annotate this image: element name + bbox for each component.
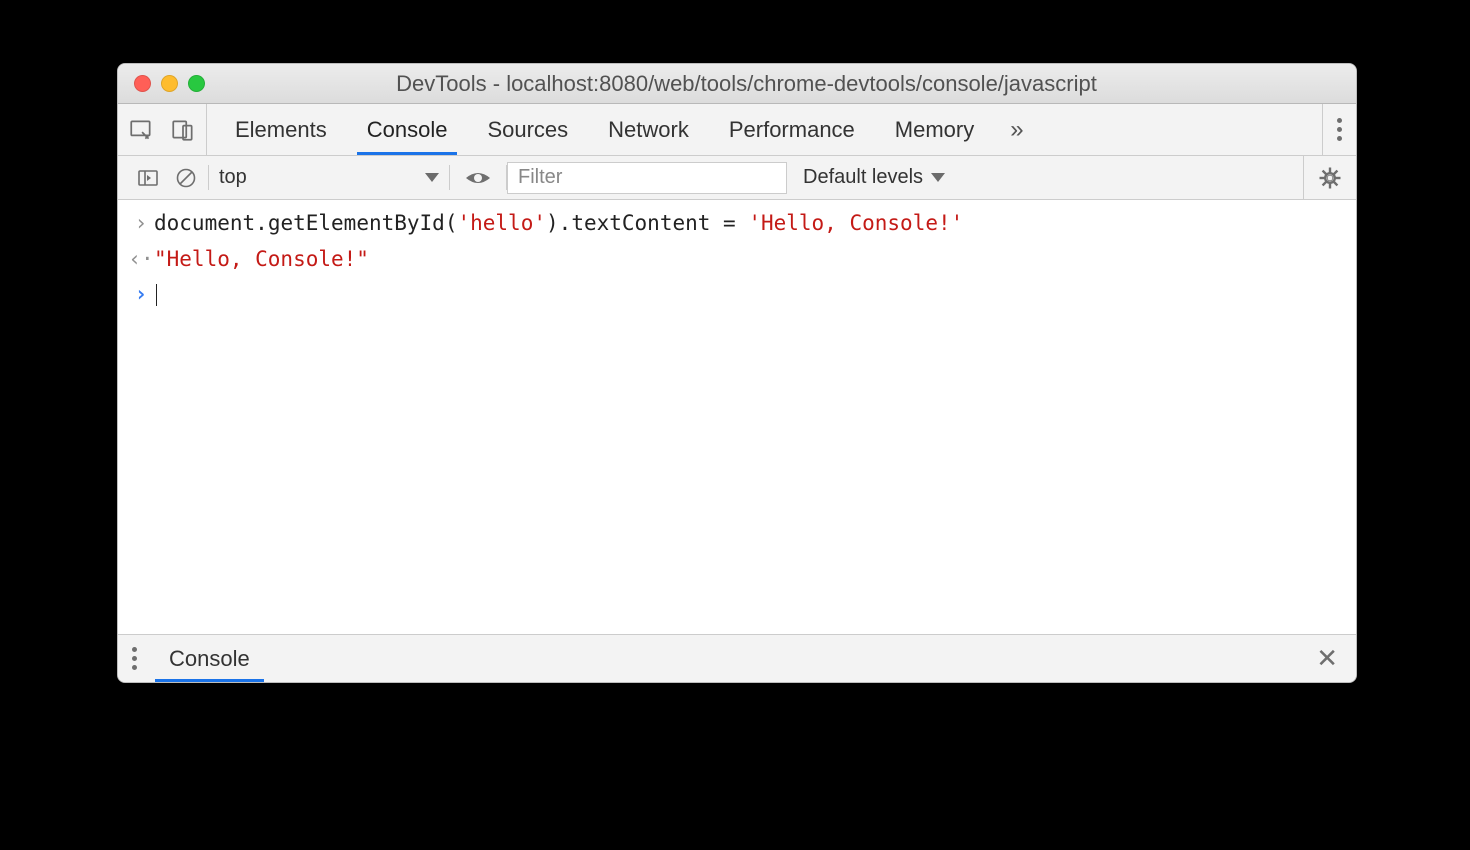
- main-tabs: Elements Console Sources Network Perform…: [207, 104, 1040, 155]
- tab-label: Console: [367, 117, 448, 143]
- console-prompt-input[interactable]: [154, 277, 157, 313]
- tabstrip-left-icons: [118, 104, 207, 155]
- tab-label: Sources: [487, 117, 568, 143]
- more-tabs-button[interactable]: »: [994, 104, 1039, 155]
- zoom-window-button[interactable]: [188, 75, 205, 92]
- tab-performance[interactable]: Performance: [709, 104, 875, 155]
- tabstrip-right: [1322, 104, 1356, 155]
- tab-console[interactable]: Console: [347, 104, 468, 155]
- console-settings-icon[interactable]: [1318, 166, 1342, 190]
- context-selector[interactable]: top: [209, 166, 449, 189]
- titlebar: DevTools - localhost:8080/web/tools/chro…: [118, 64, 1356, 104]
- main-tabstrip: Elements Console Sources Network Perform…: [118, 104, 1356, 156]
- tab-network[interactable]: Network: [588, 104, 709, 155]
- close-icon: ✕: [1316, 643, 1338, 674]
- device-toolbar-icon[interactable]: [170, 117, 196, 143]
- inspect-element-icon[interactable]: [128, 117, 154, 143]
- console-result-value: "Hello, Console!": [154, 242, 369, 278]
- tab-label: Memory: [895, 117, 974, 143]
- console-input-row: › document.getElementById('hello').textC…: [118, 206, 1356, 242]
- drawer-menu-button[interactable]: [118, 635, 151, 682]
- tab-label: Performance: [729, 117, 855, 143]
- main-menu-button[interactable]: [1337, 118, 1342, 141]
- context-label: top: [219, 166, 247, 189]
- window-controls: [134, 75, 205, 92]
- tab-label: Network: [608, 117, 689, 143]
- minimize-window-button[interactable]: [161, 75, 178, 92]
- prompt-marker-icon: ›: [128, 277, 154, 313]
- tab-memory[interactable]: Memory: [875, 104, 994, 155]
- tab-sources[interactable]: Sources: [467, 104, 588, 155]
- console-output[interactable]: › document.getElementById('hello').textC…: [118, 200, 1356, 634]
- tab-label: Elements: [235, 117, 327, 143]
- live-expression-button[interactable]: [450, 166, 506, 190]
- toolbar-right: [1303, 156, 1356, 199]
- levels-label: Default levels: [803, 166, 923, 189]
- drawer-close-button[interactable]: ✕: [1298, 635, 1356, 682]
- window-title: DevTools - localhost:8080/web/tools/chro…: [229, 71, 1264, 97]
- drawer: Console ✕: [118, 634, 1356, 682]
- toolbar-left-icons: [126, 156, 208, 199]
- input-marker-icon: ›: [128, 206, 154, 242]
- console-input-code: document.getElementById('hello').textCon…: [154, 206, 963, 242]
- close-window-button[interactable]: [134, 75, 151, 92]
- console-result-row: ‹· "Hello, Console!": [118, 242, 1356, 278]
- console-toolbar: top Default levels: [118, 156, 1356, 200]
- sidebar-toggle-icon[interactable]: [136, 166, 160, 190]
- drawer-tab-console[interactable]: Console: [151, 635, 268, 682]
- console-prompt-row[interactable]: ›: [118, 277, 1356, 313]
- output-marker-icon: ‹·: [128, 242, 154, 278]
- clear-console-icon[interactable]: [174, 166, 198, 190]
- tab-elements[interactable]: Elements: [215, 104, 347, 155]
- overflow-glyph: »: [1010, 116, 1023, 144]
- drawer-tab-label: Console: [169, 646, 250, 672]
- chevron-down-icon: [931, 173, 945, 182]
- log-levels-selector[interactable]: Default levels: [787, 166, 961, 189]
- chevron-down-icon: [425, 173, 439, 182]
- filter-input[interactable]: [507, 162, 787, 194]
- devtools-window: DevTools - localhost:8080/web/tools/chro…: [117, 63, 1357, 683]
